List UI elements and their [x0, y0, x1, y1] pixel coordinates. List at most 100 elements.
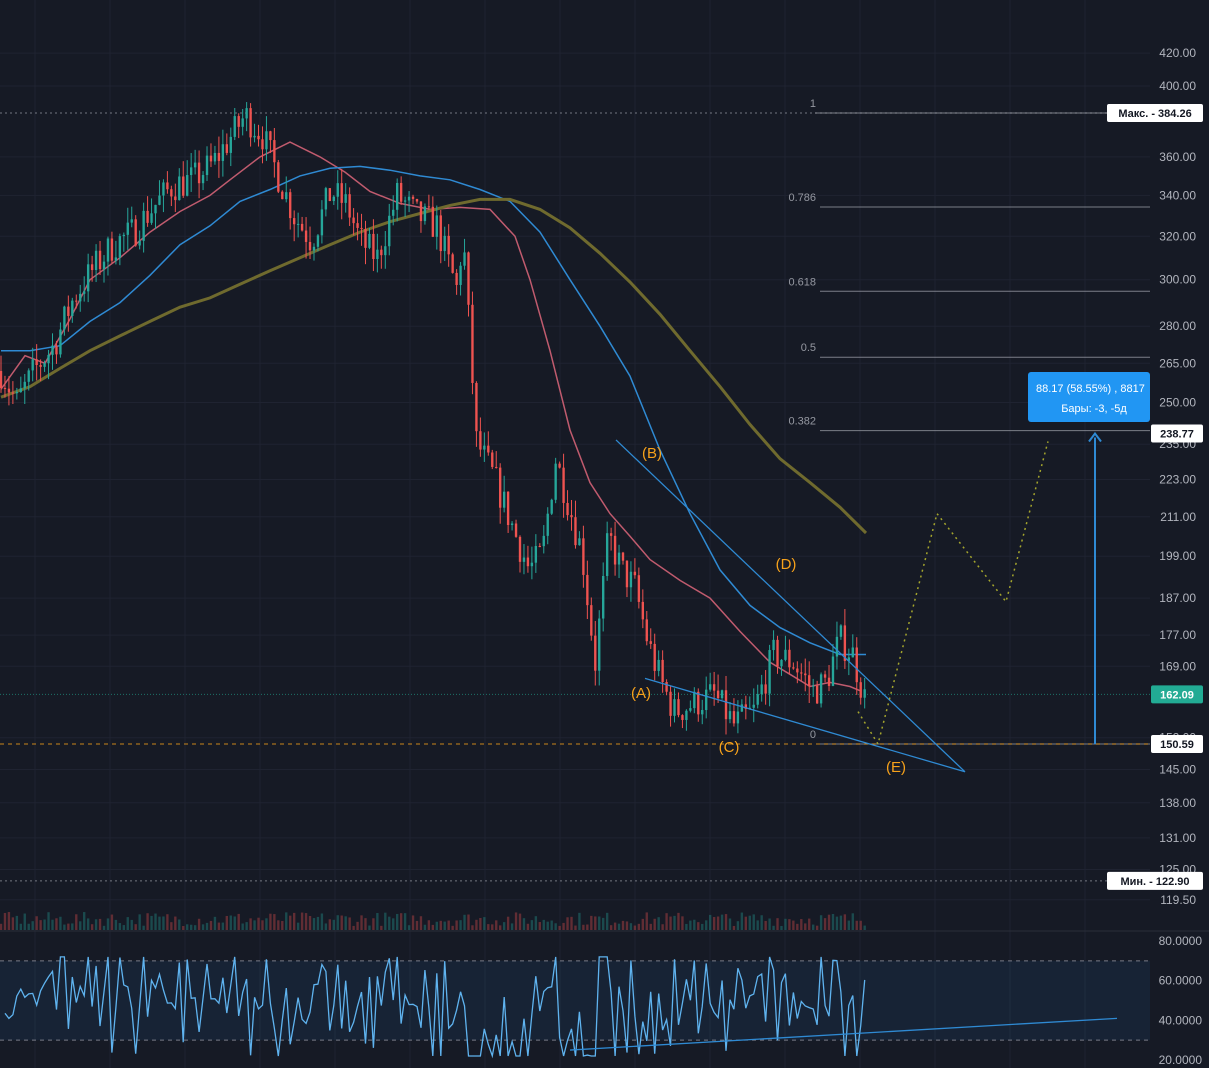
candle-body — [566, 502, 569, 516]
candle-body — [360, 227, 363, 229]
volume-bar — [340, 915, 343, 930]
candle-body — [158, 195, 161, 205]
volume-bar — [483, 917, 486, 930]
volume-bar — [451, 925, 454, 930]
candle-body — [419, 201, 423, 222]
candle-body — [499, 467, 502, 508]
candle-body — [582, 538, 585, 575]
volume-bar — [261, 920, 264, 930]
candle-body — [407, 196, 411, 201]
candle-body — [740, 704, 744, 712]
price-tick-label: 119.50 — [1160, 893, 1196, 907]
volume-bar — [178, 919, 181, 930]
candle-body — [411, 196, 415, 199]
volume-bar — [265, 918, 268, 930]
volume-bar — [550, 920, 553, 930]
candle-body — [47, 354, 50, 364]
candle-body — [51, 345, 54, 355]
volume-bar — [804, 923, 807, 930]
volume-bar — [304, 913, 308, 930]
candle-body — [522, 557, 526, 562]
volume-bar — [312, 918, 316, 930]
candle-body — [114, 257, 118, 261]
candle-body — [609, 533, 613, 536]
wave-label: (B) — [642, 445, 662, 462]
volume-bar — [51, 919, 54, 930]
candle-body — [39, 365, 42, 367]
volume-bar — [63, 924, 66, 930]
volume-bar — [277, 920, 280, 930]
measure-change-text: 88.17 (58.55%) , 8817 — [1036, 383, 1145, 395]
volume-bar — [621, 920, 625, 930]
price-tick-label: 400.00 — [1159, 79, 1196, 93]
volume-bar — [554, 923, 557, 930]
volume-bar — [510, 923, 514, 930]
volume-bar — [142, 925, 145, 930]
candle-body — [372, 233, 375, 260]
candle-body — [43, 363, 46, 367]
price-tick-label: 420.00 — [1159, 46, 1196, 60]
volume-bar — [395, 913, 399, 930]
fib-level-label: 0.5 — [801, 342, 816, 354]
volume-bar — [708, 914, 712, 930]
volume-bar — [800, 919, 803, 930]
candle-body — [269, 131, 272, 141]
volume-bar — [613, 922, 617, 930]
volume-bar — [617, 923, 621, 930]
volume-bar — [35, 916, 38, 930]
candle-body — [229, 136, 232, 153]
price-tick-label: 131.00 — [1159, 831, 1196, 845]
volume-bar — [538, 922, 541, 930]
candle-body — [455, 272, 458, 285]
candle-body — [273, 140, 276, 163]
candle-body — [653, 643, 656, 671]
measure-bars-text: Бары: -3, -5д — [1061, 403, 1127, 415]
candle-body — [495, 466, 498, 468]
volume-bar — [415, 920, 419, 930]
volume-bar — [388, 916, 391, 930]
volume-bar — [752, 914, 755, 930]
volume-bar — [166, 914, 169, 930]
candle-body — [768, 650, 771, 694]
candle-body — [304, 230, 308, 242]
volume-bar — [162, 916, 165, 930]
candle-body — [479, 431, 482, 450]
candle-body — [265, 131, 268, 150]
volume-bar — [392, 918, 395, 930]
candle-body — [55, 345, 58, 355]
volume-bar — [431, 924, 435, 930]
volume-bar — [380, 925, 383, 930]
volume-bar — [3, 912, 7, 930]
candle-body — [530, 562, 534, 567]
candle-body — [90, 264, 94, 271]
candle-body — [570, 515, 573, 518]
volume-bar — [625, 921, 629, 930]
candle-body — [126, 222, 129, 235]
volume-bar — [407, 925, 411, 930]
volume-bar — [843, 914, 847, 930]
candle-body — [705, 689, 708, 711]
rsi-tick-label: 80.0000 — [1159, 934, 1203, 948]
candle-body — [693, 691, 696, 709]
candle-body — [380, 249, 383, 256]
candle-body — [756, 694, 759, 705]
candle-body — [289, 192, 292, 219]
candle-body — [716, 690, 720, 699]
candle-body — [562, 467, 565, 503]
volume-bar — [732, 925, 736, 930]
rsi-tick-label: 60.0000 — [1159, 974, 1203, 988]
candle-body — [602, 575, 605, 619]
candle-body — [249, 108, 252, 138]
candle-body — [193, 162, 197, 168]
volume-bar — [308, 916, 312, 930]
candle-body — [463, 252, 466, 266]
volume-bar — [217, 922, 221, 930]
volume-bar — [673, 915, 676, 930]
chart-canvas[interactable]: 1 0.786 0.618 0.5 0.382 0 (A) (B) (C) (D) (E) 88.1… — [0, 0, 1209, 1068]
candle-body — [435, 215, 438, 237]
volume-bar — [835, 916, 839, 930]
candle-body — [534, 546, 538, 563]
volume-bar — [443, 921, 446, 930]
candle-body — [831, 656, 835, 686]
volume-bar — [609, 925, 613, 930]
